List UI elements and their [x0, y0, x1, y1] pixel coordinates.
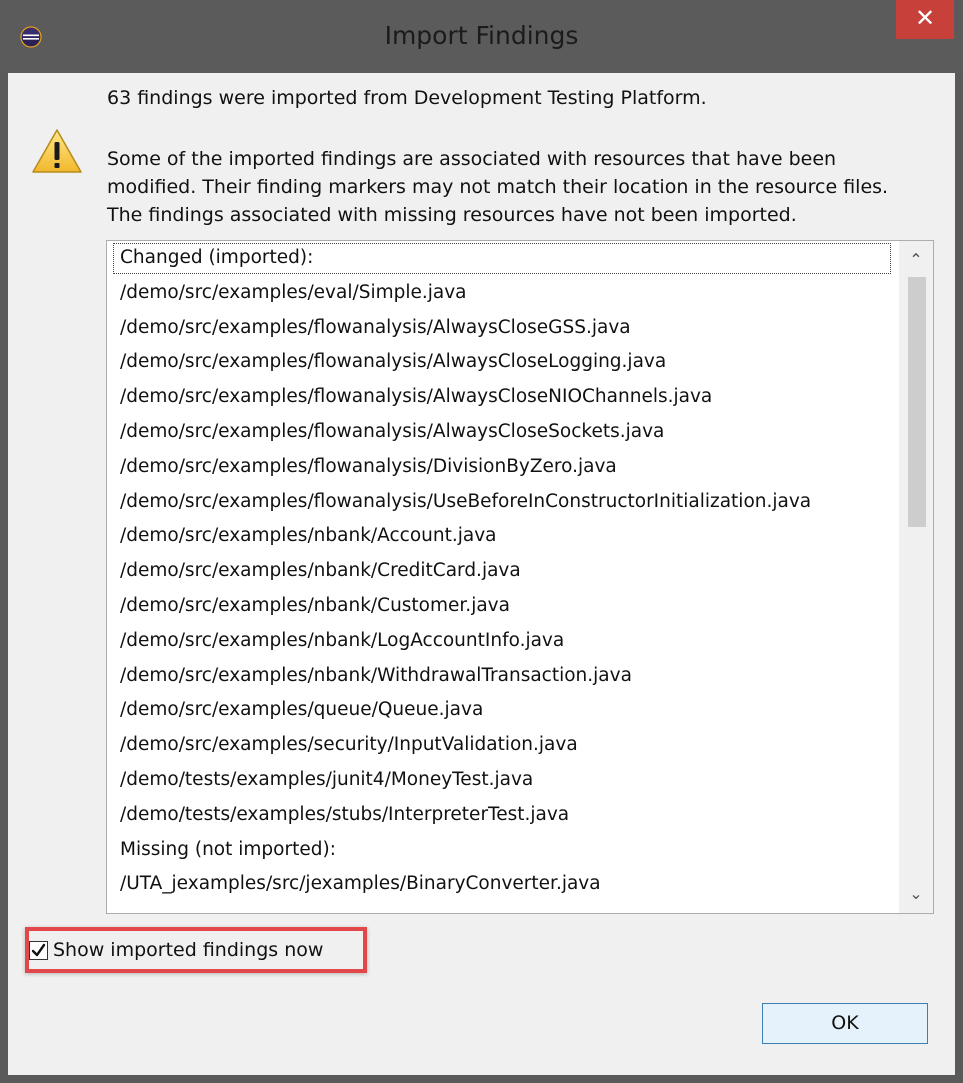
scroll-up-icon[interactable]: ⌃	[899, 245, 933, 275]
list-item[interactable]: /demo/src/examples/queue/Queue.java	[107, 693, 897, 728]
warning-message: Some of the imported findings are associ…	[107, 145, 888, 229]
checkmark-icon	[31, 943, 46, 956]
title-bar[interactable]: Import Findings ✕	[0, 0, 963, 73]
list-header-changed[interactable]: Changed (imported):	[111, 241, 893, 276]
list-item[interactable]: /demo/src/examples/nbank/Customer.java	[107, 589, 897, 624]
show-findings-checkbox[interactable]	[29, 940, 48, 960]
list-item[interactable]: /demo/tests/examples/junit4/MoneyTest.ja…	[107, 763, 897, 798]
vertical-scrollbar[interactable]: ⌃ ⌄	[899, 241, 933, 913]
list-item[interactable]: /demo/src/examples/nbank/Account.java	[107, 519, 897, 554]
warning-line: The findings associated with missing res…	[107, 204, 797, 226]
warning-icon	[32, 129, 82, 173]
ok-button[interactable]: OK	[762, 1003, 928, 1044]
list-item[interactable]: /demo/src/examples/flowanalysis/AlwaysCl…	[107, 345, 897, 380]
list-item[interactable]: /demo/src/examples/nbank/CreditCard.java	[107, 554, 897, 589]
warning-line: Some of the imported findings are associ…	[107, 148, 837, 170]
summary-message: 63 findings were imported from Developme…	[107, 87, 707, 109]
list-item[interactable]: /UTA_jexamples/src/jexamples/BinaryConve…	[107, 867, 897, 902]
scroll-down-icon[interactable]: ⌄	[899, 879, 933, 909]
findings-list: Changed (imported): /demo/src/examples/e…	[107, 241, 897, 902]
window-title: Import Findings	[384, 21, 579, 50]
list-header-missing[interactable]: Missing (not imported):	[107, 833, 897, 868]
list-item[interactable]: /demo/src/examples/flowanalysis/Division…	[107, 450, 897, 485]
scroll-thumb[interactable]	[908, 277, 926, 527]
list-item[interactable]: /demo/src/examples/eval/Simple.java	[107, 276, 897, 311]
show-findings-option[interactable]: Show imported findings now	[29, 934, 323, 966]
dialog-body: 63 findings were imported from Developme…	[8, 73, 955, 1075]
list-item[interactable]: /demo/src/examples/nbank/LogAccountInfo.…	[107, 624, 897, 659]
list-item[interactable]: /demo/src/examples/flowanalysis/AlwaysCl…	[107, 415, 897, 450]
list-item[interactable]: /demo/tests/examples/stubs/InterpreterTe…	[107, 798, 897, 833]
close-button[interactable]: ✕	[896, 0, 954, 39]
show-findings-label[interactable]: Show imported findings now	[53, 939, 323, 961]
list-item[interactable]: /demo/src/examples/security/InputValidat…	[107, 728, 897, 763]
dialog-window: Import Findings ✕ 63 findings were impor…	[0, 0, 963, 1083]
list-item[interactable]: /demo/src/examples/flowanalysis/AlwaysCl…	[107, 311, 897, 346]
list-item[interactable]: /demo/src/examples/flowanalysis/UseBefor…	[107, 485, 897, 520]
warning-line: modified. Their finding markers may not …	[107, 176, 889, 198]
findings-resource-list[interactable]: Changed (imported): /demo/src/examples/e…	[106, 240, 934, 914]
list-item[interactable]: /demo/src/examples/nbank/WithdrawalTrans…	[107, 659, 897, 694]
list-item[interactable]: /demo/src/examples/flowanalysis/AlwaysCl…	[107, 380, 897, 415]
